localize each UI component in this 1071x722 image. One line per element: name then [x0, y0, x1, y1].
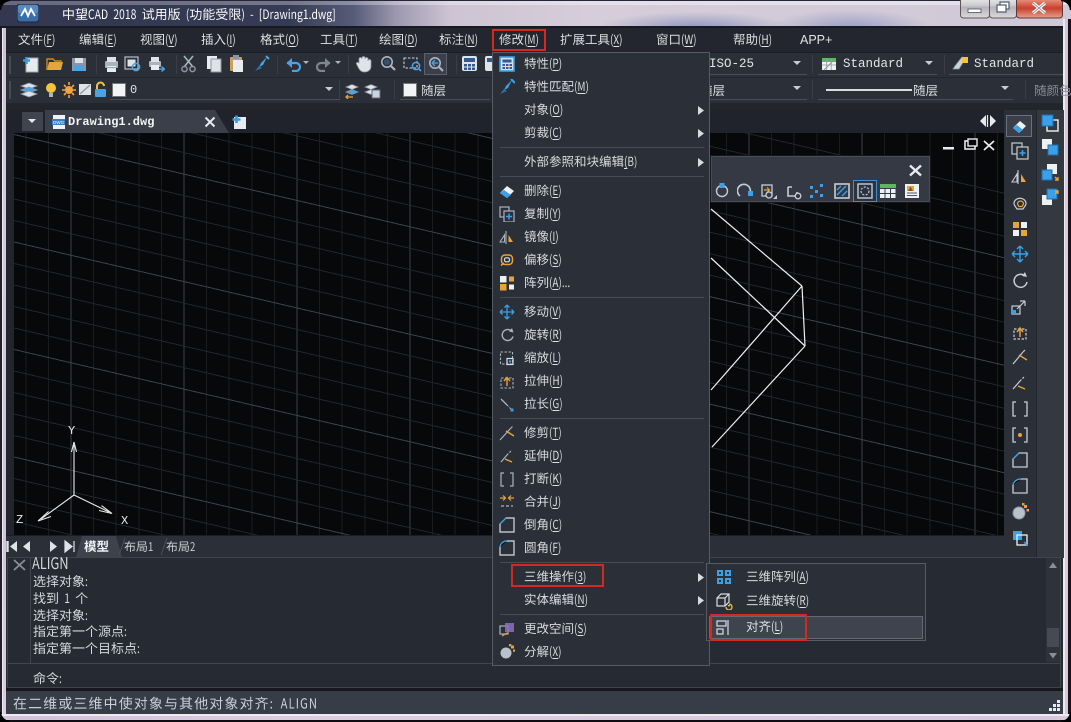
svg-text:DWG: DWG: [53, 120, 64, 125]
